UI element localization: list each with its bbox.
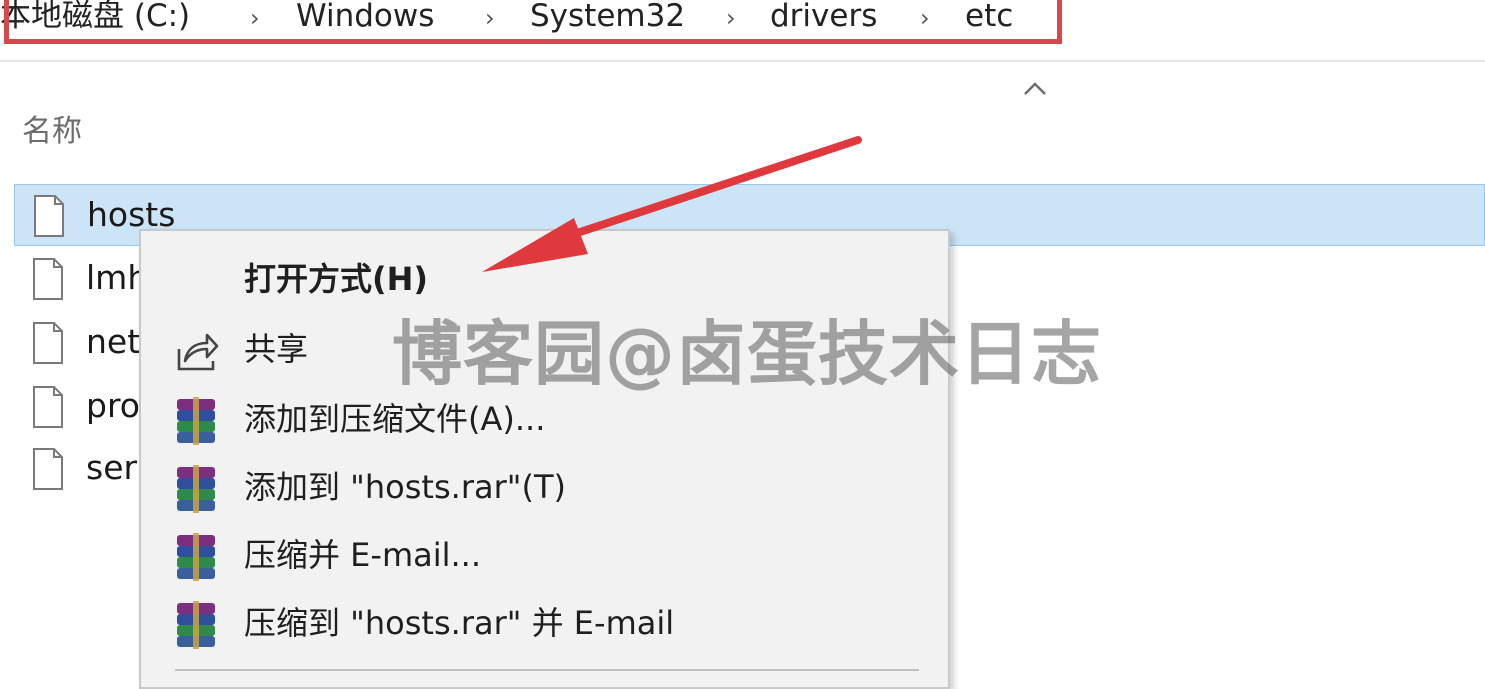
winrar-icon <box>177 397 215 445</box>
watermark: 博客园@卤蛋技术日志 <box>392 313 1102 395</box>
share-icon <box>177 333 219 371</box>
menu-item-compress-to-hosts-rar-and-email[interactable]: 压缩到 "hosts.rar" 并 E-mail <box>141 591 948 657</box>
file-icon <box>33 322 63 364</box>
winrar-icon <box>177 601 215 649</box>
file-name: ser <box>86 448 138 487</box>
menu-item-label: 压缩并 E-mail... <box>244 536 482 574</box>
file-name: net <box>86 322 141 361</box>
menu-item-label: 添加到 "hosts.rar"(T) <box>244 468 566 506</box>
menu-divider <box>175 669 919 671</box>
file-name: pro <box>86 386 140 425</box>
menu-item-label: 打开方式(H) <box>244 260 429 298</box>
annotation-arrow-icon <box>482 136 862 272</box>
file-icon <box>33 448 63 490</box>
menu-item-label: 压缩到 "hosts.rar" 并 E-mail <box>244 604 675 642</box>
file-icon <box>33 386 63 428</box>
file-icon <box>33 258 63 300</box>
file-icon <box>34 195 64 237</box>
menu-item-label: 共享 <box>244 330 309 368</box>
divider <box>0 60 1485 62</box>
sort-ascending-icon[interactable] <box>1022 78 1048 98</box>
winrar-icon <box>177 465 215 513</box>
menu-item-compress-and-email[interactable]: 压缩并 E-mail... <box>141 523 948 589</box>
menu-item-label: 添加到压缩文件(A)... <box>244 400 546 438</box>
column-header-name[interactable]: 名称 <box>22 106 82 150</box>
breadcrumb-highlight-box <box>4 0 1062 44</box>
menu-item-add-to-hosts-rar[interactable]: 添加到 "hosts.rar"(T) <box>141 455 948 521</box>
winrar-icon <box>177 533 215 581</box>
